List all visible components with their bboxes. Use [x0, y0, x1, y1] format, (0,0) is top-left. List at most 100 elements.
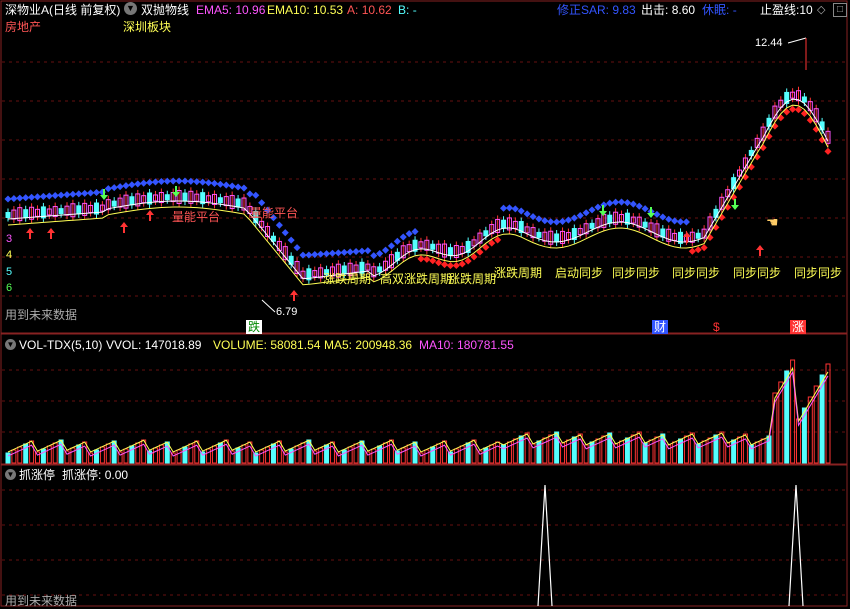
rest-value: -: [732, 3, 737, 17]
sar-dot: [694, 246, 702, 254]
sar-dot: [16, 194, 24, 202]
limit-panel-frame: [0, 464, 848, 607]
ma5-readout: MA5: 200948.36: [324, 338, 412, 352]
volume-bar: [495, 441, 501, 464]
chart-grid: [0, 0, 848, 607]
volume-value: 58081.54: [270, 338, 321, 352]
sar-dot: [441, 261, 449, 269]
sar-dot: [39, 192, 47, 200]
vvol-label: VVOL:: [106, 338, 142, 352]
ema5-value: 10.96: [235, 3, 266, 17]
dollar-marker[interactable]: $: [713, 320, 720, 334]
low-price-label: 6.79: [276, 306, 298, 318]
volume-readout: VOLUME: 58081.54: [213, 338, 320, 352]
rest-readout: 休眠: -: [702, 3, 737, 17]
low-pointer: [261, 299, 276, 313]
rise-marker[interactable]: 涨: [790, 320, 806, 334]
cycle-label: 同步同步: [794, 266, 843, 280]
sar-dot: [222, 181, 230, 189]
diamond-icon[interactable]: ◇: [817, 3, 825, 16]
cycle-label: 高双涨跌周期: [380, 272, 453, 286]
sar-dot: [535, 215, 543, 223]
chevron-down-icon[interactable]: ▼: [124, 2, 137, 15]
sar-dot: [382, 246, 390, 254]
ema-line-yellow: [7, 104, 829, 286]
sar-dot: [181, 177, 189, 185]
limit-label: 抓涨停:: [62, 468, 102, 482]
b-readout: B: -: [398, 3, 417, 17]
sar-dot: [435, 259, 443, 267]
side-number: 6: [6, 282, 13, 294]
sar-dot: [281, 229, 289, 237]
rest-label: 休眠:: [702, 3, 730, 17]
sar-dot: [783, 108, 791, 116]
sar-dot: [328, 249, 336, 257]
b-value: -: [412, 3, 417, 17]
buy-arrow-icon: [756, 245, 764, 256]
sar-dot: [364, 247, 372, 255]
sar-dot: [629, 200, 637, 208]
ema10-label: EMA10:: [267, 3, 310, 17]
ma10-readout: MA10: 180781.55: [419, 338, 514, 352]
high-pointer: [787, 37, 807, 44]
b-label: B:: [398, 3, 410, 17]
volume-bar: [182, 446, 188, 464]
sar-dot: [623, 199, 631, 207]
sar-dot: [116, 183, 124, 191]
candle-body: [76, 205, 82, 215]
exit-readout: 出击: 8.60: [641, 3, 695, 17]
sar-dot: [234, 183, 242, 191]
high-price-label: 12.44: [755, 37, 783, 49]
sar-dot: [104, 185, 112, 193]
stop-loss-value: 10: [799, 3, 813, 17]
cycle-label: 同步同步: [612, 266, 661, 280]
limit-indicator-name[interactable]: 抓涨停: [19, 468, 55, 482]
sar-dot: [594, 203, 602, 211]
volume-bars: [5, 359, 831, 464]
buy-arrow-icon: [26, 228, 34, 239]
ma10-label: MA10:: [419, 338, 454, 352]
formula-name[interactable]: 双抛物线: [141, 3, 189, 17]
fall-marker[interactable]: 跌: [246, 320, 262, 334]
sar-dot: [370, 252, 378, 260]
candle-body: [483, 230, 489, 237]
future-data-note: 用到未来数据: [5, 594, 78, 608]
sar-readout: 修正SAR: 9.83: [557, 3, 636, 17]
sar-dot: [682, 218, 690, 226]
sar-dot: [275, 221, 283, 229]
volume-bar: [660, 433, 666, 464]
ma10-value: 180781.55: [457, 338, 514, 352]
chart-canvas[interactable]: [0, 0, 850, 609]
sar-dot: [216, 180, 224, 188]
candle-body: [695, 232, 701, 239]
volume-bar: [265, 446, 271, 464]
cycle-label: 涨跌周期: [494, 266, 543, 280]
cycle-label: 涨跌周期: [448, 272, 497, 286]
stop-loss-label: 止盈线:: [760, 3, 800, 17]
stock-title[interactable]: 深物业A(日线 前复权): [5, 3, 120, 17]
maximize-icon[interactable]: □: [833, 3, 847, 17]
volume-bar: [99, 446, 105, 464]
finance-marker[interactable]: 财: [652, 320, 668, 334]
candle-body: [23, 209, 29, 219]
chevron-down-icon[interactable]: ▼: [5, 339, 16, 350]
sar-dot: [199, 178, 207, 186]
vol-indicator-name[interactable]: VOL-TDX(5,10): [19, 338, 102, 352]
cycle-label: 启动同步: [555, 266, 604, 280]
sector-label: 房地产: [5, 20, 42, 34]
sar-dot: [659, 213, 667, 221]
volume-bar: [430, 446, 436, 464]
buy-arrow-icon: [47, 228, 55, 239]
sar-dot: [205, 179, 213, 187]
sell-arrow-icon: [731, 199, 739, 210]
board-label: 深圳板块: [123, 20, 172, 34]
sar-dot: [293, 244, 301, 252]
chevron-down-icon[interactable]: ▼: [5, 469, 16, 480]
platform-label-1: 量能平台: [172, 210, 221, 224]
hand-cursor-icon: ☚: [766, 214, 779, 230]
sar-dot: [134, 180, 142, 188]
volume-bar: [11, 449, 17, 464]
a-value: 10.62: [361, 3, 392, 17]
sar-dot: [511, 205, 519, 213]
sar-dot: [671, 217, 679, 225]
